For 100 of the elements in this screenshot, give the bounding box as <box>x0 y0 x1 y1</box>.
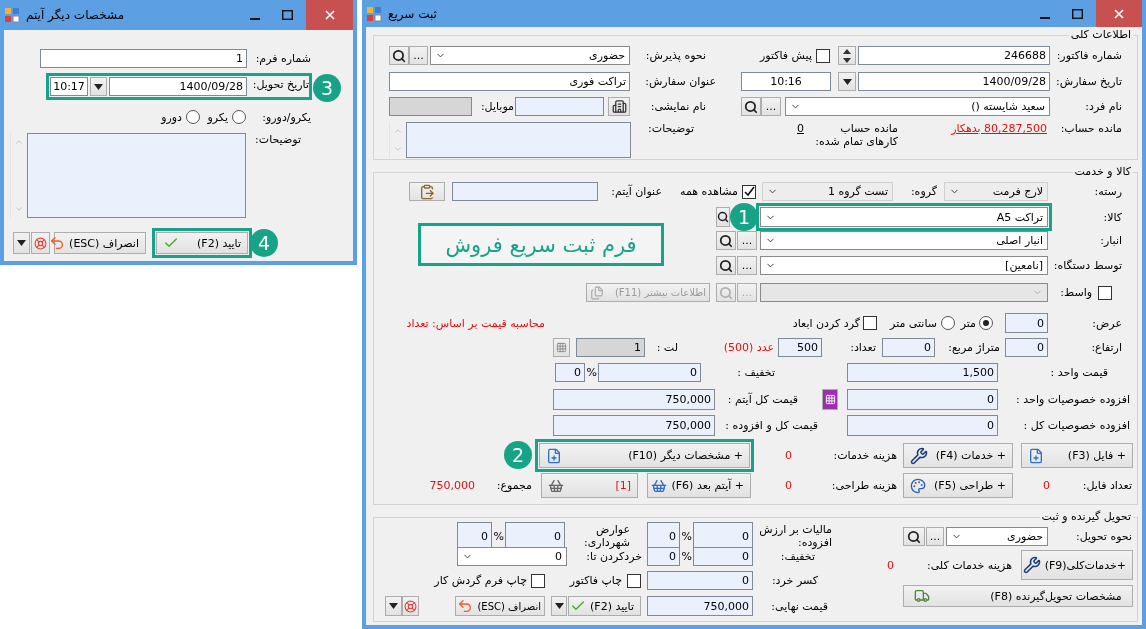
search-button[interactable] <box>903 527 925 546</box>
text-field[interactable]: 0 <box>693 522 753 550</box>
mobile-field[interactable] <box>389 97 472 116</box>
percent-field[interactable]: 0 <box>647 547 680 566</box>
time-field[interactable]: 10:17 <box>50 77 88 96</box>
basket-icon <box>548 477 564 494</box>
text-field[interactable]: 246688 <box>858 46 1050 65</box>
field-label: قیمت نهایی: <box>771 599 828 613</box>
text-field[interactable]: 1 <box>40 49 247 68</box>
dropdown-button[interactable] <box>13 232 30 254</box>
maximize-icon <box>1071 8 1083 19</box>
search-button[interactable] <box>716 256 736 275</box>
services-button[interactable]: + خدمات (F4) <box>903 443 1013 468</box>
browse-button[interactable]: ... <box>737 231 757 250</box>
checkbox[interactable] <box>531 573 545 588</box>
search-button[interactable] <box>741 97 761 116</box>
percent-field[interactable]: 0 <box>555 363 585 382</box>
next-item-button[interactable]: + آیتم بعد (F6) <box>647 473 751 498</box>
dropdown-field[interactable]: تست گروه 1 <box>762 182 893 201</box>
browse-button[interactable]: ... <box>737 256 757 275</box>
search-icon <box>719 233 733 248</box>
dropdown-button[interactable] <box>838 72 856 91</box>
item-title-field[interactable] <box>452 182 598 201</box>
dropdown-button[interactable] <box>90 77 107 96</box>
balance-link[interactable]: 0 <box>797 122 804 135</box>
design-button[interactable]: + طراحی (F5) <box>903 473 1013 498</box>
browse-button[interactable]: ... <box>926 527 944 546</box>
percent-field[interactable]: 0 <box>457 522 492 550</box>
browse-button[interactable]: ... <box>409 46 428 65</box>
dropdown-button[interactable] <box>551 596 567 616</box>
notes-field[interactable] <box>406 122 631 158</box>
grid-button[interactable] <box>822 389 838 410</box>
grid-button[interactable] <box>553 338 570 357</box>
file-button[interactable]: + فایل (F3) <box>1021 443 1133 468</box>
text-field[interactable]: 0 <box>1005 313 1048 333</box>
dropdown-field[interactable]: حضوری <box>946 527 1048 546</box>
help-button[interactable] <box>31 232 50 254</box>
close-icon <box>1114 8 1124 19</box>
balance-link[interactable]: 80,287,500 بدهکار <box>951 122 1047 135</box>
undo-arrow-icon <box>49 235 66 251</box>
display-name-field[interactable] <box>515 97 604 116</box>
cart-button[interactable]: [1] <box>541 473 638 498</box>
text-field[interactable]: 1,500 <box>847 363 998 382</box>
percent-field[interactable]: 0 <box>647 522 680 550</box>
scroll-up-icon <box>392 126 403 136</box>
dropdown-button[interactable] <box>385 596 402 616</box>
search-button[interactable] <box>716 207 730 227</box>
field-label: رسته: <box>1094 185 1122 198</box>
text-field[interactable]: 0 <box>693 547 753 566</box>
paste-button[interactable] <box>409 182 445 201</box>
field-label: چاپ فاکتور <box>569 574 622 587</box>
text-field[interactable]: 0 <box>1005 338 1048 357</box>
cancel-button[interactable]: انصراف (ESC) <box>54 232 146 254</box>
cancel-button[interactable]: انصراف (ESC) <box>455 596 545 616</box>
text-field[interactable]: 0 <box>598 363 701 382</box>
checkbox[interactable] <box>863 316 877 330</box>
scroll-down-icon <box>13 204 24 214</box>
time-field[interactable]: 10:16 <box>741 72 831 91</box>
spin-button[interactable] <box>838 46 856 65</box>
date-field[interactable]: 1400/09/28 <box>109 77 247 96</box>
radio-button[interactable] <box>979 316 993 330</box>
form-banner: فرم ثبت سریع فروش <box>418 223 664 266</box>
text-field[interactable]: 0 <box>847 415 998 436</box>
dropdown-field[interactable]: سعید شایسته () <box>785 97 1050 116</box>
search-icon <box>744 99 758 114</box>
date-field[interactable]: 1400/09/28 <box>858 72 1050 91</box>
checkbox[interactable] <box>627 573 641 588</box>
text-field[interactable]: تراکت فوری <box>389 72 630 91</box>
minimize-icon <box>250 18 260 20</box>
text-field[interactable]: 0 <box>847 389 998 410</box>
text-field[interactable]: 0 <box>647 571 753 590</box>
search-icon <box>719 258 733 273</box>
receiver-button[interactable]: مشخصات تحویل‌گیرنده (F8) <box>903 585 1133 607</box>
search-button[interactable] <box>716 231 736 250</box>
dropdown-field[interactable]: انبار اصلی <box>760 231 1048 250</box>
confirm-button[interactable]: تایید (F2) <box>568 596 641 616</box>
text-field[interactable]: 0 <box>505 522 565 550</box>
radio-button[interactable] <box>941 316 955 330</box>
browse-button[interactable]: ... <box>761 97 781 116</box>
notes-field[interactable] <box>27 133 246 218</box>
checkbox[interactable] <box>742 184 756 199</box>
dropdown-field[interactable]: لارج فرمت <box>944 182 1048 201</box>
field-label: خردکردن تا: <box>586 550 642 563</box>
checkbox[interactable] <box>816 48 830 63</box>
radio-button[interactable] <box>232 110 246 124</box>
dropdown-field[interactable]: 0 <box>457 547 567 566</box>
dropdown-field[interactable]: حضوری <box>430 46 630 65</box>
text-field[interactable]: 750,000 <box>553 389 715 410</box>
general-services-button[interactable]: +خدمات‌کلی(F9) <box>1021 550 1133 580</box>
help-button[interactable] <box>402 596 419 616</box>
search-button[interactable] <box>389 46 409 65</box>
text-field[interactable]: 750,000 <box>553 415 715 436</box>
text-field[interactable]: 500 <box>778 338 822 357</box>
text-field[interactable]: 0 <box>882 338 935 357</box>
dropdown-field[interactable]: [نامعین] <box>760 256 1048 275</box>
building-button[interactable] <box>608 97 630 116</box>
text-field[interactable]: 750,000 <box>647 596 753 616</box>
radio-button[interactable] <box>186 110 200 124</box>
field-label: هزینه خدمات کلی: <box>926 558 1012 572</box>
cost-value: 0 <box>785 449 792 462</box>
